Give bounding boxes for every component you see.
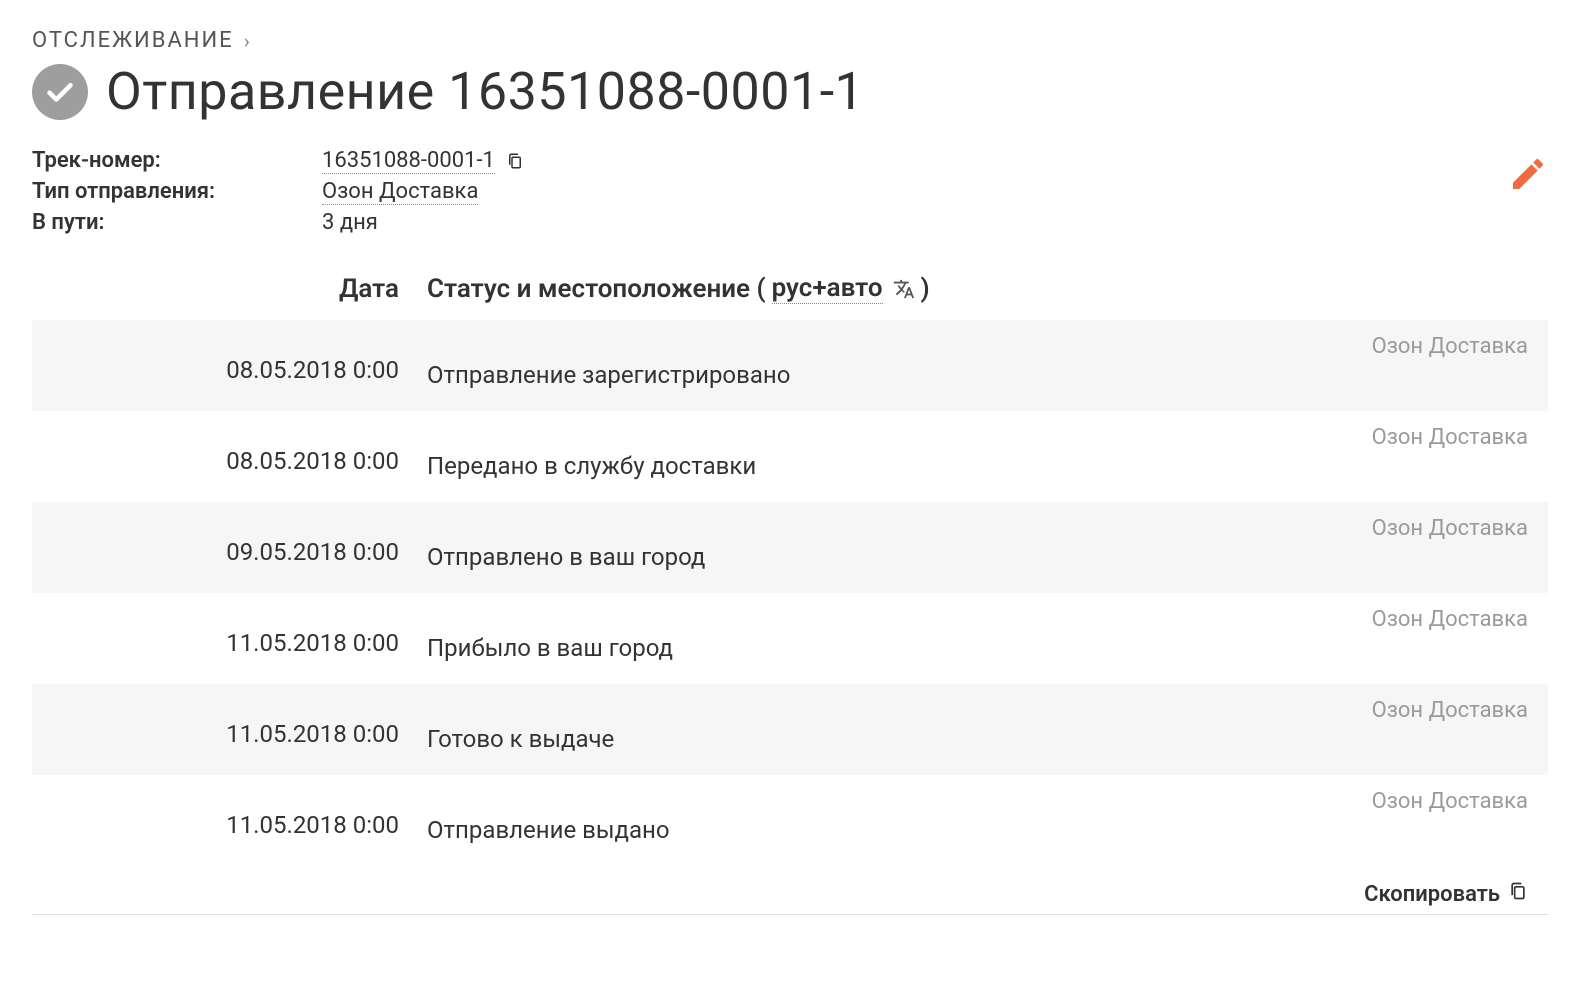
meta-type-value-cell: Озон Доставка	[322, 179, 524, 204]
status-header-suffix: )	[921, 274, 930, 304]
copy-all-label: Скопировать	[1364, 882, 1500, 907]
event-status: Прибыло в ваш город	[427, 634, 1528, 662]
event-carrier: Озон Доставка	[427, 698, 1528, 723]
event-main: Озон ДоставкаПередано в службу доставки	[427, 425, 1548, 480]
breadcrumb[interactable]: ОТСЛЕЖИВАНИЕ ›	[32, 28, 1548, 53]
event-status: Отправление выдано	[427, 816, 1528, 844]
event-date: 08.05.2018 0:00	[32, 425, 427, 475]
meta-track-value[interactable]: 16351088-0001-1	[322, 148, 495, 174]
event-date: 08.05.2018 0:00	[32, 334, 427, 384]
event-carrier: Озон Доставка	[427, 334, 1528, 359]
event-carrier: Озон Доставка	[427, 789, 1528, 814]
event-carrier: Озон Доставка	[427, 425, 1528, 450]
event-main: Озон ДоставкаОтправление выдано	[427, 789, 1548, 844]
event-date: 11.05.2018 0:00	[32, 789, 427, 839]
event-date: 09.05.2018 0:00	[32, 516, 427, 566]
copy-icon	[1508, 880, 1528, 908]
translate-icon[interactable]	[893, 278, 915, 300]
meta-track-label: Трек-номер:	[32, 148, 322, 173]
meta-type-label: Тип отправления:	[32, 179, 322, 204]
language-toggle[interactable]: рус+авто	[772, 273, 883, 304]
event-main: Озон ДоставкаОтправление зарегистрирован…	[427, 334, 1548, 389]
page-title: Отправление 16351088-0001-1	[106, 61, 864, 122]
check-circle-icon	[32, 64, 88, 120]
meta-type-value[interactable]: Озон Доставка	[322, 179, 478, 205]
event-row: 08.05.2018 0:00Озон ДоставкаОтправление …	[32, 320, 1548, 411]
meta-block: Трек-номер: 16351088-0001-1 Тип отправле…	[32, 148, 1548, 235]
event-carrier: Озон Доставка	[427, 607, 1528, 632]
copy-icon[interactable]	[506, 151, 524, 171]
event-main: Озон ДоставкаГотово к выдаче	[427, 698, 1548, 753]
meta-transit-label: В пути:	[32, 210, 322, 235]
column-date-header: Дата	[32, 274, 427, 304]
event-status: Передано в службу доставки	[427, 452, 1528, 480]
title-row: Отправление 16351088-0001-1	[32, 61, 1548, 122]
copy-all-button[interactable]: Скопировать	[32, 866, 1548, 915]
edit-button[interactable]	[1508, 154, 1548, 198]
event-main: Озон ДоставкаПрибыло в ваш город	[427, 607, 1548, 662]
meta-transit-value: 3 дня	[322, 210, 524, 235]
event-row: 11.05.2018 0:00Озон ДоставкаГотово к выд…	[32, 684, 1548, 775]
events-list: 08.05.2018 0:00Озон ДоставкаОтправление …	[32, 320, 1548, 866]
event-row: 11.05.2018 0:00Озон ДоставкаОтправление …	[32, 775, 1548, 866]
event-status: Отправлено в ваш город	[427, 543, 1528, 571]
status-header-prefix: Статус и местоположение (	[427, 274, 766, 304]
breadcrumb-label: ОТСЛЕЖИВАНИЕ	[32, 28, 234, 53]
event-status: Отправление зарегистрировано	[427, 361, 1528, 389]
event-main: Озон ДоставкаОтправлено в ваш город	[427, 516, 1548, 571]
meta-track-value-cell: 16351088-0001-1	[322, 148, 524, 173]
column-status-header: Статус и местоположение ( рус+авто )	[427, 273, 1548, 304]
event-status: Готово к выдаче	[427, 725, 1528, 753]
event-carrier: Озон Доставка	[427, 516, 1528, 541]
event-date: 11.05.2018 0:00	[32, 698, 427, 748]
event-row: 08.05.2018 0:00Озон ДоставкаПередано в с…	[32, 411, 1548, 502]
event-row: 11.05.2018 0:00Озон ДоставкаПрибыло в ва…	[32, 593, 1548, 684]
event-row: 09.05.2018 0:00Озон ДоставкаОтправлено в…	[32, 502, 1548, 593]
event-date: 11.05.2018 0:00	[32, 607, 427, 657]
chevron-right-icon: ›	[244, 29, 252, 53]
table-header: Дата Статус и местоположение ( рус+авто …	[32, 273, 1548, 320]
